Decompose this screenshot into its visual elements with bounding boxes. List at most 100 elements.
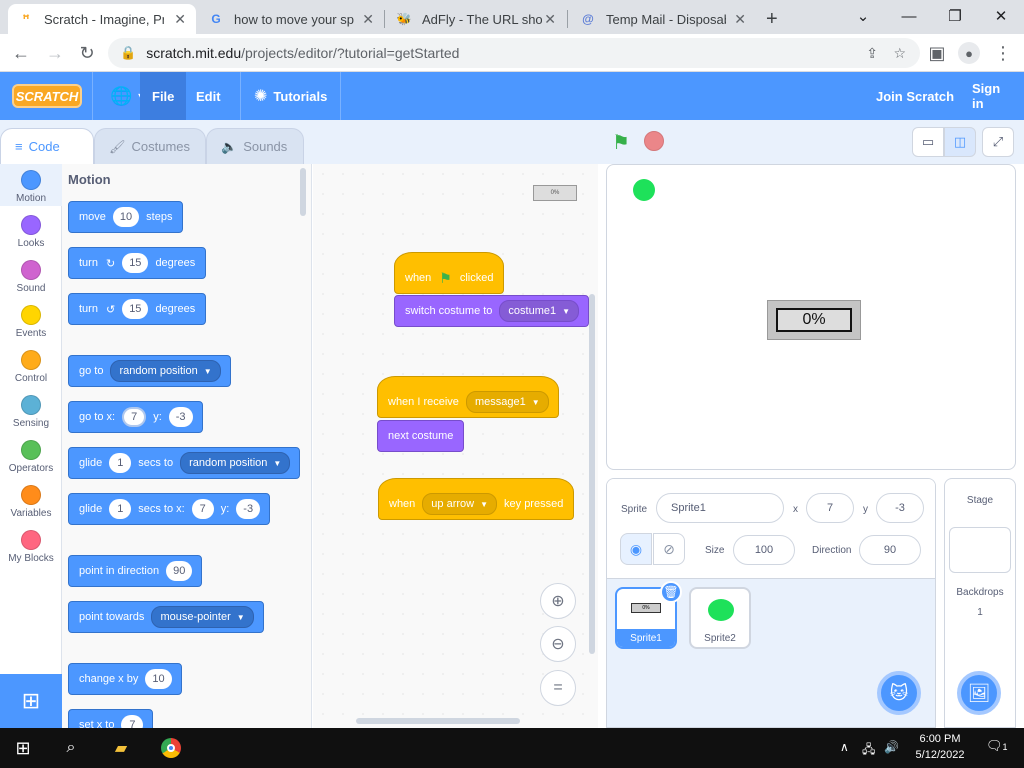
costume-dropdown[interactable]: costume1 ▼ bbox=[499, 300, 580, 322]
y-input[interactable]: -3 bbox=[168, 407, 193, 427]
script-vertical-scrollbar[interactable] bbox=[589, 294, 595, 654]
notification-center[interactable]: 🗨1 bbox=[986, 738, 1008, 754]
add-extension-button[interactable]: ⊞ bbox=[0, 674, 62, 728]
restore-icon[interactable]: ❐ bbox=[932, 0, 978, 32]
browser-tab-scratch[interactable]: ꟸ Scratch - Imagine, Prog ✕ bbox=[8, 4, 196, 34]
script-next-costume[interactable]: next costume bbox=[377, 420, 465, 452]
block-glide[interactable]: glide 1 secs to random position ▼ bbox=[68, 447, 301, 479]
category-sound[interactable]: Sound bbox=[0, 254, 62, 296]
degrees-input[interactable]: 15 bbox=[122, 299, 149, 319]
zoom-reset-button[interactable]: = bbox=[540, 670, 576, 706]
block-glide-xy[interactable]: glide 1 secs to x: 7 y: -3 bbox=[68, 493, 271, 525]
script-switch-costume[interactable]: switch costume to costume1 ▼ bbox=[394, 295, 590, 327]
script-when-flag-clicked[interactable]: when ⚑ clicked bbox=[394, 252, 505, 294]
block-go-to[interactable]: go to random position ▼ bbox=[68, 355, 231, 387]
backdrop-thumbnail[interactable] bbox=[949, 527, 1011, 573]
key-dropdown[interactable]: up arrow ▼ bbox=[422, 493, 498, 515]
stage-selector[interactable]: Stage Backdrops 1 🖼 bbox=[944, 478, 1016, 728]
category-variables[interactable]: Variables bbox=[0, 479, 62, 521]
tab-costumes[interactable]: 🖌 Costumes bbox=[94, 128, 206, 164]
browser-tab-tempmail[interactable]: @ Temp Mail - Disposable ✕ bbox=[570, 4, 756, 34]
sprite2-green-circle[interactable] bbox=[633, 179, 655, 201]
block-turn-left[interactable]: turn ↺ 15 degrees bbox=[68, 293, 207, 325]
y-input[interactable]: -3 bbox=[236, 499, 261, 519]
sprite-name-input[interactable]: Sprite1 bbox=[656, 493, 784, 523]
x-input[interactable]: 7 bbox=[191, 499, 214, 519]
palette-scrollbar[interactable] bbox=[300, 168, 306, 216]
close-icon[interactable]: ✕ bbox=[544, 11, 556, 28]
sprite-thumb-sprite2[interactable]: Sprite2 bbox=[689, 587, 751, 649]
tutorials-menu[interactable]: ✺ Tutorials bbox=[242, 72, 339, 120]
category-my-blocks[interactable]: My Blocks bbox=[0, 524, 62, 566]
sprite1-loader-graphic[interactable]: 0% bbox=[767, 300, 861, 340]
share-icon[interactable]: ⇪ bbox=[866, 45, 878, 62]
glide-target-dropdown[interactable]: random position ▼ bbox=[180, 452, 291, 474]
tab-sounds[interactable]: 🔈 Sounds bbox=[206, 128, 304, 164]
block-point-towards[interactable]: point towards mouse-pointer ▼ bbox=[68, 601, 264, 633]
network-icon[interactable]: 🖧 bbox=[862, 740, 875, 761]
x-input[interactable]: 7 bbox=[122, 407, 147, 427]
file-explorer-icon[interactable]: ▰ bbox=[98, 728, 144, 768]
scratch-logo[interactable]: SCRATCH bbox=[12, 84, 82, 108]
y-input[interactable]: -3 bbox=[876, 493, 924, 523]
volume-icon[interactable]: 🔊 bbox=[884, 740, 899, 754]
change-x-input[interactable]: 10 bbox=[145, 669, 172, 689]
file-menu[interactable]: File bbox=[140, 72, 187, 120]
normal-stage-button[interactable]: ◫ bbox=[944, 127, 976, 157]
script-when-i-receive[interactable]: when I receive message1 ▼ bbox=[377, 376, 559, 418]
more-menu-icon[interactable]: ⋮ bbox=[988, 38, 1018, 68]
join-scratch-button[interactable]: Join Scratch bbox=[864, 72, 966, 120]
go-to-target-dropdown[interactable]: random position ▼ bbox=[110, 360, 221, 382]
block-move-steps[interactable]: move 10 steps bbox=[68, 201, 184, 233]
close-icon[interactable]: ✕ bbox=[174, 11, 186, 28]
chrome-taskbar-icon[interactable] bbox=[148, 728, 194, 768]
zoom-in-button[interactable]: ⊕ bbox=[540, 583, 576, 619]
windows-start-icon[interactable]: ⊞ bbox=[0, 728, 46, 768]
message-dropdown[interactable]: message1 ▼ bbox=[465, 391, 549, 413]
sign-in-button[interactable]: Sign in bbox=[960, 72, 1024, 120]
category-control[interactable]: Control bbox=[0, 344, 62, 386]
category-operators[interactable]: Operators bbox=[0, 434, 62, 476]
new-tab-button[interactable]: + bbox=[760, 4, 790, 34]
hide-sprite-button[interactable]: ⊘ bbox=[653, 533, 685, 565]
secs-input[interactable]: 1 bbox=[109, 499, 132, 519]
point-towards-dropdown[interactable]: mouse-pointer ▼ bbox=[151, 606, 254, 628]
side-panel-icon[interactable]: ▣ bbox=[922, 38, 952, 68]
bookmark-star-icon[interactable]: ☆ bbox=[893, 45, 906, 62]
green-flag-button[interactable]: ⚑ bbox=[612, 130, 634, 154]
tab-code[interactable]: ≡ Code bbox=[0, 128, 94, 164]
degrees-input[interactable]: 15 bbox=[122, 253, 149, 273]
small-stage-button[interactable]: ▭ bbox=[912, 127, 944, 157]
edit-menu[interactable]: Edit bbox=[184, 72, 233, 120]
back-icon[interactable]: ← bbox=[6, 38, 36, 68]
block-change-x[interactable]: change x by 10 bbox=[68, 663, 182, 695]
fullscreen-button[interactable]: ⤢ bbox=[982, 127, 1014, 157]
forward-icon[interactable]: → bbox=[40, 38, 70, 68]
stage-canvas[interactable]: 0% bbox=[606, 164, 1016, 470]
category-looks[interactable]: Looks bbox=[0, 209, 62, 251]
window-close-icon[interactable]: ✕ bbox=[978, 0, 1024, 32]
category-events[interactable]: Events bbox=[0, 299, 62, 341]
category-motion[interactable]: Motion bbox=[0, 164, 62, 206]
delete-sprite-button[interactable]: 🗑 bbox=[660, 581, 682, 603]
direction-input[interactable]: 90 bbox=[859, 535, 921, 565]
profile-avatar-icon[interactable]: ● bbox=[954, 38, 984, 68]
show-hidden-icons-icon[interactable]: ∧ bbox=[840, 740, 849, 754]
secs-input[interactable]: 1 bbox=[109, 453, 132, 473]
tab-search-icon[interactable]: ⌄ bbox=[840, 0, 886, 32]
stop-button[interactable] bbox=[644, 131, 664, 151]
url-bar[interactable]: 🔒 scratch.mit.edu/projects/editor/?tutor… bbox=[108, 38, 920, 68]
browser-tab-google[interactable]: G how to move your sprit ✕ bbox=[198, 4, 384, 34]
zoom-out-button[interactable]: ⊖ bbox=[540, 626, 576, 662]
direction-input[interactable]: 90 bbox=[166, 561, 193, 581]
block-set-x[interactable]: set x to 7 bbox=[68, 709, 154, 728]
script-when-key-pressed[interactable]: when up arrow ▼ key pressed bbox=[378, 478, 575, 520]
minimize-icon[interactable]: — bbox=[886, 0, 932, 32]
steps-input[interactable]: 10 bbox=[112, 207, 140, 227]
show-sprite-button[interactable]: ◉ bbox=[620, 533, 652, 565]
choose-backdrop-button[interactable]: 🖼 bbox=[957, 671, 1001, 715]
category-sensing[interactable]: Sensing bbox=[0, 389, 62, 431]
choose-sprite-button[interactable]: 🐱 bbox=[877, 671, 921, 715]
block-turn-right[interactable]: turn ↻ 15 degrees bbox=[68, 247, 207, 279]
size-input[interactable]: 100 bbox=[733, 535, 795, 565]
